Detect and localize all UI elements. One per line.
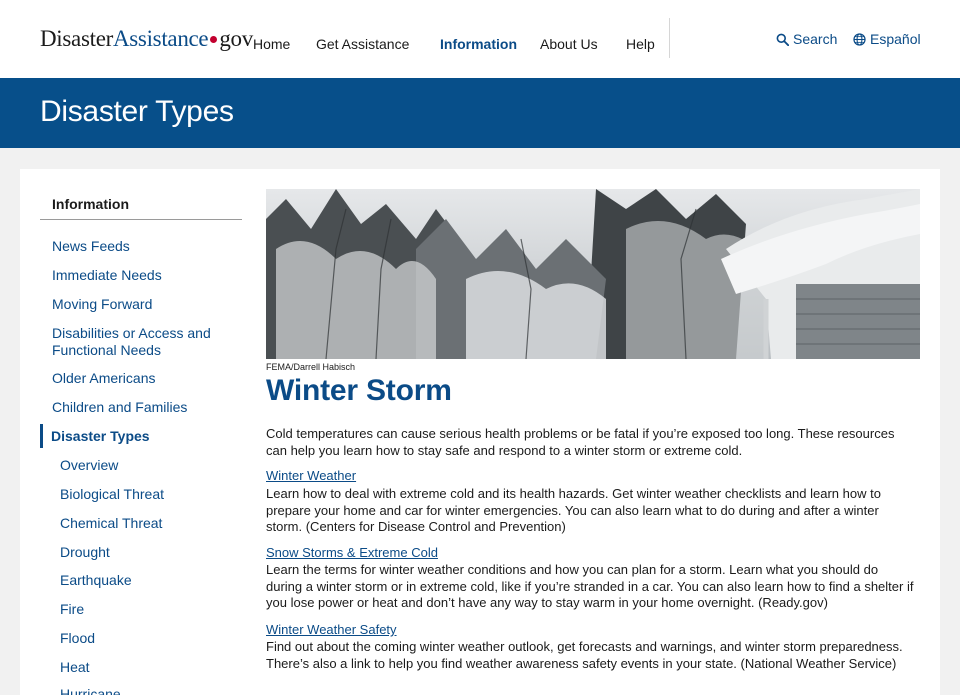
sidebar-item-news-feeds[interactable]: News Feeds — [52, 238, 232, 255]
sidebar-subitem-heat[interactable]: Heat — [60, 659, 240, 676]
resource-desc-winter-weather: Learn how to deal with extreme cold and … — [266, 486, 881, 534]
logo-dot-icon — [210, 36, 218, 44]
search-link[interactable]: Search — [776, 31, 837, 47]
sidebar-item-disabilities[interactable]: Disabilities or Access and Functional Ne… — [52, 325, 217, 359]
page-title: Winter Storm — [266, 374, 452, 407]
sidebar-item-disaster-types[interactable]: Disaster Types — [51, 428, 231, 445]
sidebar-subitem-overview[interactable]: Overview — [60, 457, 240, 474]
sidebar-subitem-hurricane[interactable]: Hurricane — [60, 686, 240, 695]
sidebar-subitem-chemical-threat[interactable]: Chemical Threat — [60, 515, 240, 532]
logo-text-gov: gov — [219, 26, 253, 51]
site-header: DisasterAssistance gov Home Get Assistanc… — [0, 0, 960, 78]
search-label: Search — [793, 31, 838, 47]
globe-icon — [853, 32, 866, 46]
nav-divider — [669, 18, 670, 58]
page-banner: Disaster Types — [0, 78, 960, 148]
sidebar-subitem-drought[interactable]: Drought — [60, 544, 240, 561]
sidebar-item-moving-forward[interactable]: Moving Forward — [52, 296, 232, 313]
resource-desc-winter-weather-safety: Find out about the coming winter weather… — [266, 639, 903, 671]
sidebar-item-older-americans[interactable]: Older Americans — [52, 370, 232, 387]
sidebar-active-indicator — [40, 424, 43, 448]
search-icon — [776, 33, 789, 46]
nav-get-assistance[interactable]: Get Assistance — [316, 36, 409, 52]
nav-about-us[interactable]: About Us — [540, 36, 598, 52]
sidebar-item-immediate-needs[interactable]: Immediate Needs — [52, 267, 232, 284]
intro-text: Cold temperatures can cause serious heal… — [266, 426, 895, 458]
site-logo[interactable]: DisasterAssistance gov — [40, 26, 253, 52]
resource-link-winter-weather[interactable]: Winter Weather — [266, 468, 356, 483]
resource-desc-snow-storms: Learn the terms for winter weather condi… — [266, 562, 914, 610]
nav-help[interactable]: Help — [626, 36, 655, 52]
nav-home[interactable]: Home — [253, 36, 290, 52]
language-label: Español — [870, 31, 921, 47]
sidebar-subitem-flood[interactable]: Flood — [60, 630, 240, 647]
language-link[interactable]: Español — [853, 31, 921, 47]
sidebar-subitem-earthquake[interactable]: Earthquake — [60, 572, 240, 589]
sidebar-subitem-biological-threat[interactable]: Biological Threat — [60, 486, 240, 503]
sidebar-item-children-families[interactable]: Children and Families — [52, 399, 232, 416]
logo-text-disaster: Disaster — [40, 26, 113, 51]
nav-information[interactable]: Information — [440, 36, 517, 52]
resource-link-snow-storms[interactable]: Snow Storms & Extreme Cold — [266, 545, 438, 560]
resource-link-winter-weather-safety[interactable]: Winter Weather Safety — [266, 622, 397, 637]
sidebar-subitem-fire[interactable]: Fire — [60, 601, 240, 618]
sidebar-title: Information — [52, 196, 129, 212]
image-credit: FEMA/Darrell Habisch — [266, 362, 356, 372]
banner-title: Disaster Types — [40, 95, 234, 128]
sidebar-divider — [40, 219, 242, 220]
winter-storm-photo — [266, 189, 920, 359]
logo-text-assistance: Assistance — [112, 26, 209, 51]
